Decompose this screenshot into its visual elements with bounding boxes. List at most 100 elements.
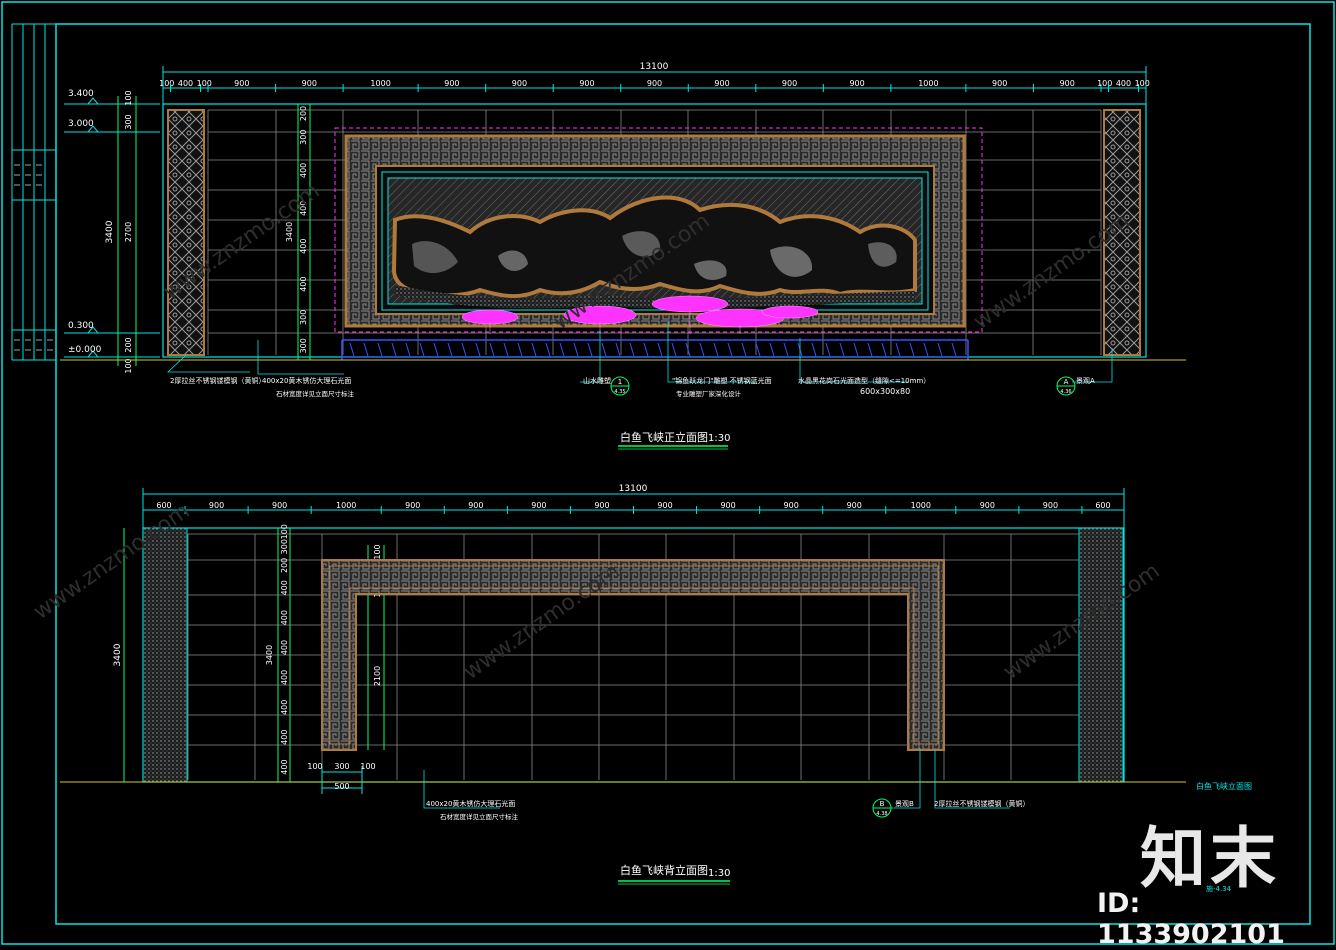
back-dim-labels-3: 1000 — [336, 501, 356, 510]
svg-text:4.36: 4.36 — [1060, 389, 1071, 395]
back-inner-labels-1: 300 — [280, 539, 289, 554]
bottom-dim-100a: 100 — [307, 762, 322, 771]
callout-granite-sub: 600x300x80 — [860, 387, 910, 396]
back-inner-labels: 100300 200 400 400 400 400 400 400 400 — [280, 524, 289, 775]
back-dim-labels-1: 900 — [209, 501, 224, 510]
front-dim-labels-7: 900 — [512, 79, 527, 88]
svg-text:1:30: 1:30 — [708, 868, 730, 879]
back-dim-labels-4: 900 — [405, 501, 420, 510]
back-left-total: 3400 — [113, 643, 123, 666]
front-dim-labels-14: 900 — [992, 79, 1007, 88]
back-dim-labels-2: 900 — [272, 501, 287, 510]
front-dim-labels-15: 900 — [1060, 79, 1075, 88]
front-dim-labels-9: 900 — [647, 79, 662, 88]
bottom-dim-500: 500 — [334, 782, 349, 791]
front-inner-labels-1: 300 — [299, 130, 308, 145]
callout-fish-sub: 专业雕塑厂家深化设计 — [676, 389, 742, 398]
level-0300: 0.300 — [68, 321, 94, 331]
front-dim-labels-13: 1000 — [918, 79, 938, 88]
front-dim-labels-11: 900 — [782, 79, 797, 88]
level-3400: 3.400 — [68, 89, 94, 99]
callout-rockery: 山水雕塑 — [583, 376, 611, 385]
frame-dim-d: 2100 — [373, 666, 382, 686]
bottom-dim-300: 300 — [334, 762, 349, 771]
back-inner-labels-8: 400 — [280, 730, 289, 745]
back-inner-labels-0: 100 — [280, 524, 289, 539]
back-leader-lines — [423, 748, 1010, 809]
front-inner-labels-6: 300 — [299, 310, 308, 325]
watermark-id: ID: 1133902101 — [1097, 888, 1285, 950]
front-inner-labels-7: 300 — [299, 338, 308, 353]
svg-text:白鱼飞峡背立面图: 白鱼飞峡背立面图 — [620, 863, 708, 877]
callout-marble: 400x20黄木锈仿大理石光面 — [262, 376, 351, 385]
back-right-column — [1078, 527, 1124, 783]
back-left-column — [142, 527, 188, 783]
back-dim-labels-7: 900 — [594, 501, 609, 510]
back-inner-total: 3400 — [265, 645, 274, 665]
back-inner-labels-3: 400 — [280, 580, 289, 595]
title-strip — [11, 23, 56, 361]
back-callout-brass: 2厚拉丝不锈钢镂模钢（黄铜） — [934, 799, 1029, 808]
level-0000: ±0.000 — [68, 345, 102, 355]
marker-b: B 4.38 — [872, 798, 892, 818]
back-dim-labels-13: 900 — [980, 501, 995, 510]
back-inner-labels-2: 200 — [280, 558, 289, 573]
front-total-dim: 13100 — [640, 62, 669, 72]
back-inner-labels-4: 400 — [280, 610, 289, 625]
svg-text:4.35: 4.35 — [614, 389, 625, 395]
marker-1: 1 4.35 — [610, 376, 630, 396]
front-left-dim-300: 300 — [124, 114, 133, 129]
back-inner-labels-5: 400 — [280, 640, 289, 655]
front-inner-labels-4: 400 — [299, 239, 308, 254]
front-dim-labels-10: 900 — [714, 79, 729, 88]
front-dim-labels: 100 400 100 900 900 1000 900 900 900 900 900 900 900… — [159, 79, 1150, 92]
water-ticks — [349, 342, 957, 357]
back-dim-labels-10: 900 — [784, 501, 799, 510]
front-title: 白鱼飞峡正立面图 1:30 — [618, 430, 730, 450]
back-total-dim: 13100 — [619, 484, 648, 494]
back-callout-marble-sub: 石材宽度详见立面尺寸标注 — [440, 812, 519, 821]
front-left-total: 3400 — [105, 220, 115, 243]
bottom-dim-100b: 100 — [360, 762, 375, 771]
watermark-brand: 知末 — [1140, 820, 1280, 897]
svg-text:1:30: 1:30 — [708, 433, 730, 444]
front-dim-labels-17: 400 — [1116, 79, 1131, 88]
front-dim-labels-3: 900 — [234, 79, 249, 88]
front-dim-labels-2: 100 — [197, 79, 212, 88]
front-dim-labels-0: 100 — [159, 79, 174, 88]
front-inner-labels: 200300400400400400300300 — [299, 106, 308, 354]
front-dim-labels-4: 900 — [302, 79, 317, 88]
back-dim-labels-8: 900 — [657, 501, 672, 510]
front-left-dim-100a: 100 — [124, 90, 133, 105]
back-dim-labels-5: 900 — [468, 501, 483, 510]
callout-brass-screen: 2厚拉丝不锈钢镂模钢（黄铜） — [170, 376, 265, 385]
front-dim-labels-8: 900 — [579, 79, 594, 88]
front-left-column — [167, 109, 205, 356]
callout-landscape-a: 景观A — [1076, 377, 1095, 385]
side-note: 白鱼飞峡立面图 — [1196, 781, 1252, 791]
back-dim-labels-12: 1000 — [911, 501, 931, 510]
drawing-canvas: 13100 100 400 100 900 900 1000 900 900 900 900 900… — [1, 1, 1335, 945]
level-3000: 3.000 — [68, 119, 94, 129]
back-inner-labels-6: 400 — [280, 670, 289, 685]
front-dim-labels-5: 1000 — [370, 79, 390, 88]
front-dim-labels-12: 900 — [849, 79, 864, 88]
front-left-dim-200: 200 — [124, 337, 133, 352]
front-left-dim-100b: 100 — [124, 358, 133, 373]
back-elevation: 13100 600 900 900 1000 900 900 900 900 900 900 900… — [60, 484, 1186, 885]
front-left-dim-2700: 2700 — [124, 222, 133, 242]
back-dim-labels-15: 600 — [1095, 501, 1110, 510]
back-dim-labels-14: 900 — [1043, 501, 1058, 510]
svg-text:白鱼飞峡正立面图: 白鱼飞峡正立面图 — [620, 430, 708, 444]
back-dim-labels-6: 900 — [531, 501, 546, 510]
back-title: 白鱼飞峡背立面图 1:30 — [618, 863, 730, 885]
front-dim-labels-16: 100 — [1097, 79, 1112, 88]
front-dim-labels-6: 900 — [444, 79, 459, 88]
svg-text:4.38: 4.38 — [876, 811, 887, 817]
back-dim-labels-9: 900 — [720, 501, 735, 510]
callout-fish: "锦鱼跃龙门"雕塑 不锈钢蓝光面 — [672, 376, 772, 385]
front-inner-labels-5: 400 — [299, 277, 308, 292]
marker-a: A 4.36 — [1056, 376, 1076, 396]
frame-dim-a: 100 — [373, 544, 382, 559]
svg-text:1: 1 — [618, 378, 622, 386]
